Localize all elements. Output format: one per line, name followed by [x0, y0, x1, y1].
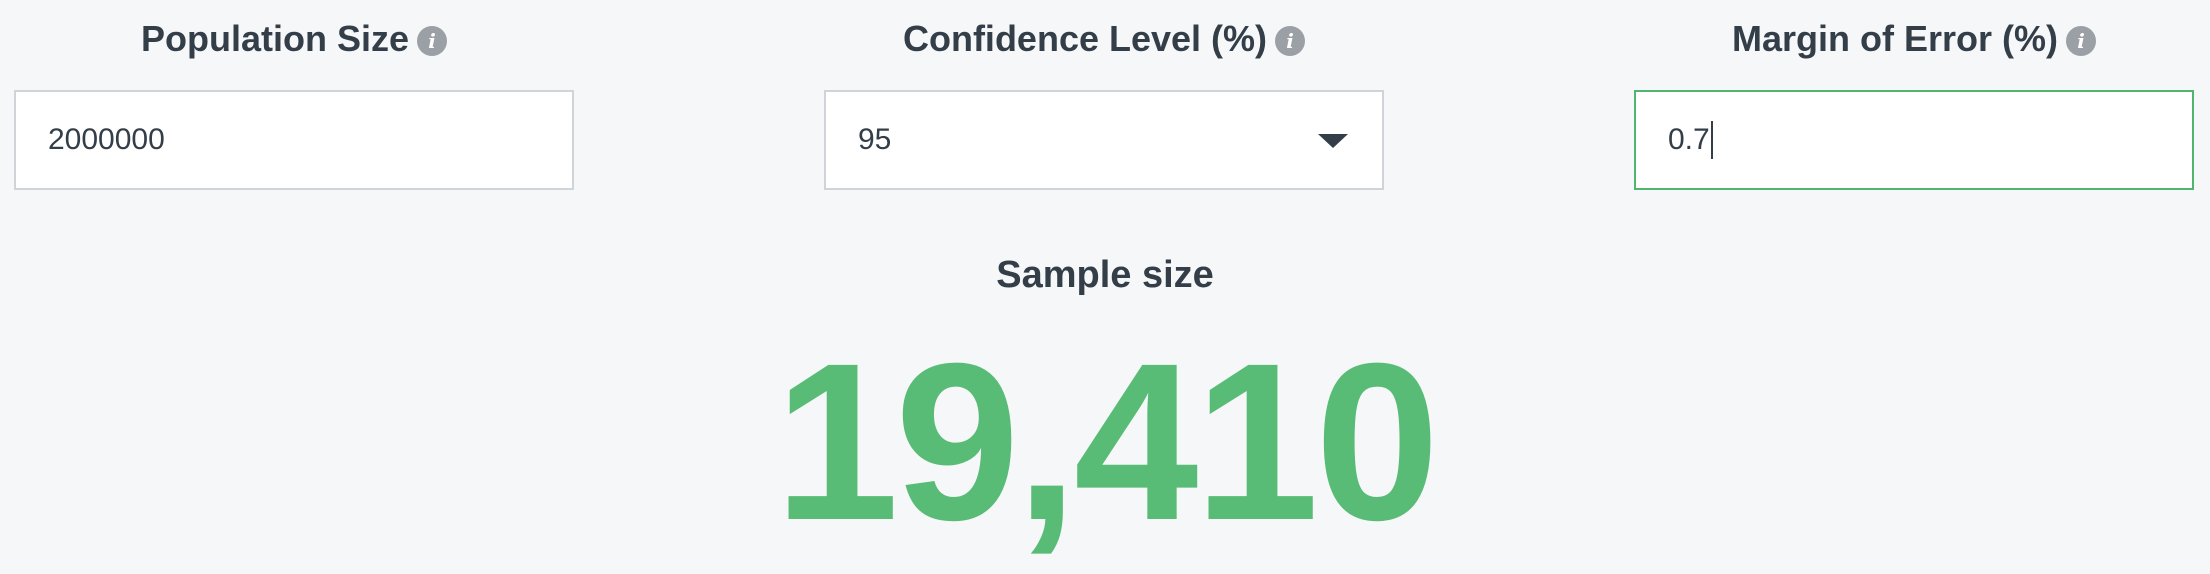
chevron-down-icon [1318, 134, 1348, 148]
sample-size-value: 19,410 [774, 317, 1439, 567]
info-icon[interactable]: i [417, 26, 447, 56]
confidence-level-value: 95 [858, 123, 892, 156]
margin-of-error-label: Margin of Error (%) [1731, 18, 2058, 59]
population-size-value: 2000000 [48, 123, 165, 156]
population-size-label-row: Population Size i [14, 0, 574, 78]
text-cursor [1710, 121, 1713, 159]
population-size-field: Population Size i 2000000 [14, 0, 574, 190]
confidence-level-field: Confidence Level (%) i 95 [824, 0, 1384, 190]
population-size-label: Population Size [140, 18, 409, 59]
confidence-level-label: Confidence Level (%) [902, 18, 1268, 59]
sample-size-label: Sample size [996, 254, 1214, 296]
margin-of-error-value: 0.7 [1668, 123, 1710, 156]
margin-of-error-label-row: Margin of Error (%) i [1634, 0, 2194, 78]
margin-of-error-input[interactable]: 0.7 [1634, 90, 2194, 190]
info-icon[interactable]: i [1275, 26, 1306, 56]
margin-of-error-field: Margin of Error (%) i 0.7 [1634, 0, 2194, 190]
population-size-input[interactable]: 2000000 [14, 90, 574, 190]
confidence-level-select[interactable]: 95 [824, 90, 1384, 190]
info-icon[interactable]: i [2066, 26, 2096, 56]
confidence-level-label-row: Confidence Level (%) i [824, 0, 1384, 78]
